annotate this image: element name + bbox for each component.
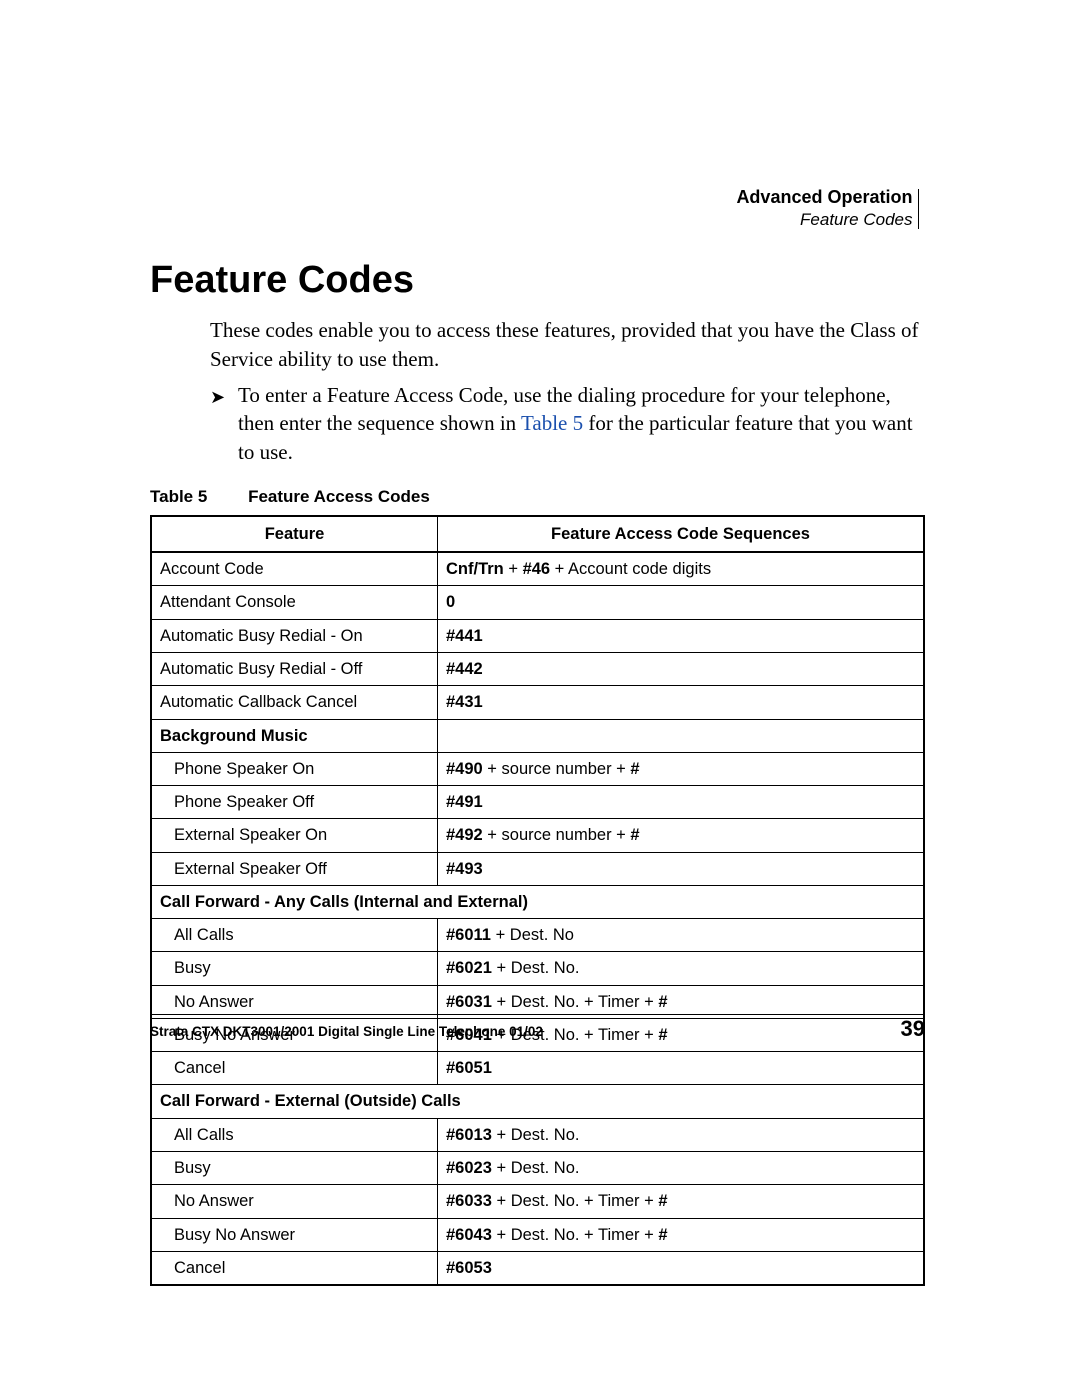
table-row: Call Forward - Any Calls (Internal and E… bbox=[151, 885, 924, 918]
feature-cell: Busy bbox=[151, 952, 438, 985]
feature-codes-table: Feature Feature Access Code Sequences Ac… bbox=[150, 515, 925, 1286]
table-row: Attendant Console0 bbox=[151, 586, 924, 619]
sequence-cell: #492 + source number + # bbox=[438, 819, 925, 852]
feature-cell: Automatic Busy Redial - On bbox=[151, 619, 438, 652]
sequence-cell: #442 bbox=[438, 653, 925, 686]
sequence-cell: Cnf/Trn + #46 + Account code digits bbox=[438, 552, 925, 586]
table-row: Busy#6021 + Dest. No. bbox=[151, 952, 924, 985]
header-section: Advanced Operation bbox=[736, 185, 912, 209]
feature-cell: External Speaker Off bbox=[151, 852, 438, 885]
page-title: Feature Codes bbox=[150, 255, 925, 306]
header-divider bbox=[918, 189, 920, 229]
feature-cell: Automatic Callback Cancel bbox=[151, 686, 438, 719]
col-header-sequence: Feature Access Code Sequences bbox=[438, 516, 925, 552]
feature-cell: Busy No Answer bbox=[151, 1218, 438, 1251]
section-heading: Background Music bbox=[151, 719, 438, 752]
sequence-cell: #493 bbox=[438, 852, 925, 885]
table-row: Account CodeCnf/Trn + #46 + Account code… bbox=[151, 552, 924, 586]
table-row: No Answer#6033 + Dest. No. + Timer + # bbox=[151, 1185, 924, 1218]
table-row: All Calls#6013 + Dest. No. bbox=[151, 1118, 924, 1151]
table-row: Automatic Callback Cancel#431 bbox=[151, 686, 924, 719]
header-subsection: Feature Codes bbox=[736, 209, 912, 232]
arrow-icon: ➤ bbox=[210, 385, 225, 409]
col-header-feature: Feature bbox=[151, 516, 438, 552]
table-row: Phone Speaker On#490 + source number + # bbox=[151, 752, 924, 785]
sequence-cell: #6023 + Dest. No. bbox=[438, 1152, 925, 1185]
table-row: All Calls#6011 + Dest. No bbox=[151, 919, 924, 952]
table-caption-label: Table 5 bbox=[150, 487, 207, 506]
table-row: Background Music bbox=[151, 719, 924, 752]
table-row: Busy No Answer#6043 + Dest. No. + Timer … bbox=[151, 1218, 924, 1251]
section-heading: Call Forward - Any Calls (Internal and E… bbox=[151, 885, 924, 918]
sequence-cell: #431 bbox=[438, 686, 925, 719]
footer-source: Strata CTX DKT3001/2001 Digital Single L… bbox=[150, 1023, 543, 1041]
feature-cell: Automatic Busy Redial - Off bbox=[151, 653, 438, 686]
feature-cell: Cancel bbox=[151, 1251, 438, 1285]
feature-cell: No Answer bbox=[151, 1185, 438, 1218]
sequence-cell: #491 bbox=[438, 786, 925, 819]
table-row: Automatic Busy Redial - On#441 bbox=[151, 619, 924, 652]
sequence-cell: #6021 + Dest. No. bbox=[438, 952, 925, 985]
table-row: External Speaker On#492 + source number … bbox=[151, 819, 924, 852]
intro-paragraph: These codes enable you to access these f… bbox=[210, 316, 925, 373]
sequence-cell: 0 bbox=[438, 586, 925, 619]
sequence-cell bbox=[438, 719, 925, 752]
page-number: 39 bbox=[901, 1014, 925, 1044]
table-row: Cancel#6051 bbox=[151, 1052, 924, 1085]
table-row: Cancel#6053 bbox=[151, 1251, 924, 1285]
step-paragraph: ➤ To enter a Feature Access Code, use th… bbox=[210, 381, 925, 466]
sequence-cell: #6053 bbox=[438, 1251, 925, 1285]
feature-cell: Cancel bbox=[151, 1052, 438, 1085]
feature-cell: Account Code bbox=[151, 552, 438, 586]
sequence-cell: #441 bbox=[438, 619, 925, 652]
table-row: Phone Speaker Off#491 bbox=[151, 786, 924, 819]
table-header-row: Feature Feature Access Code Sequences bbox=[151, 516, 924, 552]
table-caption-title: Feature Access Codes bbox=[248, 487, 430, 506]
sequence-cell: #6011 + Dest. No bbox=[438, 919, 925, 952]
feature-cell: External Speaker On bbox=[151, 819, 438, 852]
sequence-cell: #490 + source number + # bbox=[438, 752, 925, 785]
feature-cell: All Calls bbox=[151, 1118, 438, 1151]
table-link[interactable]: Table 5 bbox=[521, 411, 583, 435]
table-caption: Table 5 Feature Access Codes bbox=[150, 486, 925, 509]
table-row: Busy#6023 + Dest. No. bbox=[151, 1152, 924, 1185]
section-heading: Call Forward - External (Outside) Calls bbox=[151, 1085, 924, 1118]
sequence-cell: #6051 bbox=[438, 1052, 925, 1085]
feature-cell: All Calls bbox=[151, 919, 438, 952]
feature-cell: Attendant Console bbox=[151, 586, 438, 619]
running-header: Advanced Operation Feature Codes bbox=[736, 185, 925, 232]
table-row: External Speaker Off#493 bbox=[151, 852, 924, 885]
page: Advanced Operation Feature Codes Feature… bbox=[0, 0, 1080, 1397]
footer: Strata CTX DKT3001/2001 Digital Single L… bbox=[150, 1014, 925, 1044]
table-row: Call Forward - External (Outside) Calls bbox=[151, 1085, 924, 1118]
sequence-cell: #6043 + Dest. No. + Timer + # bbox=[438, 1218, 925, 1251]
sequence-cell: #6013 + Dest. No. bbox=[438, 1118, 925, 1151]
sequence-cell: #6033 + Dest. No. + Timer + # bbox=[438, 1185, 925, 1218]
feature-cell: Phone Speaker Off bbox=[151, 786, 438, 819]
table-row: Automatic Busy Redial - Off#442 bbox=[151, 653, 924, 686]
feature-cell: Phone Speaker On bbox=[151, 752, 438, 785]
feature-cell: Busy bbox=[151, 1152, 438, 1185]
